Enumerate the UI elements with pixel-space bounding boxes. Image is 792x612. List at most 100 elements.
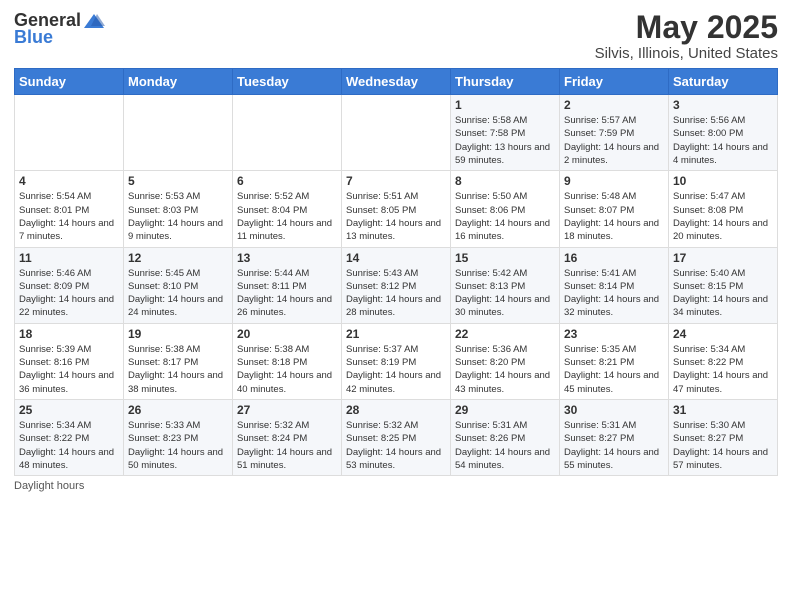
calendar-cell-1-6: 10Sunrise: 5:47 AMSunset: 8:08 PMDayligh…: [669, 171, 778, 247]
day-number: 30: [564, 403, 664, 417]
page-title: May 2025: [595, 10, 778, 45]
calendar-cell-1-1: 5 Sunrise: 5:53 AMSunset: 8:03 PMDaylight…: [124, 171, 233, 247]
calendar-cell-3-4: 22Sunrise: 5:36 AMSunset: 8:20 PMDayligh…: [451, 323, 560, 399]
calendar-cell-4-0: 25Sunrise: 5:34 AMSunset: 8:22 PMDayligh…: [15, 399, 124, 475]
calendar-cell-2-4: 15 Sunrise: 5:42 AMSunset: 8:13 PMDayligh…: [451, 247, 560, 323]
day-info: Sunrise: 5:48 AMSunset: 8:07 PMDaylight:…: [564, 190, 664, 243]
day-info: Sunrise: 5:32 AMSunset: 8:25 PMDaylight:…: [346, 419, 446, 472]
calendar-cell-3-2: 20 Sunrise: 5:38 AMSunset: 8:18 PMDayligh…: [233, 323, 342, 399]
calendar-week-3: 11 Sunrise: 5:46 AMSunset: 8:09 PMDayligh…: [15, 247, 778, 323]
calendar-cell-3-3: 21 Sunrise: 5:37 AMSunset: 8:19 PMDayligh…: [342, 323, 451, 399]
day-info: Sunrise: 5:46 AMSunset: 8:09 PMDaylight:…: [19, 267, 119, 320]
day-info: Sunrise: 5:54 AMSunset: 8:01 PMDaylight:…: [19, 190, 119, 243]
calendar-cell-2-3: 14 Sunrise: 5:43 AMSunset: 8:12 PMDayligh…: [342, 247, 451, 323]
calendar-cell-0-5: 2Sunrise: 5:57 AMSunset: 7:59 PMDaylight…: [560, 95, 669, 171]
header: General Blue May 2025 Silvis, Illinois, …: [14, 10, 778, 62]
day-number: 21: [346, 327, 446, 341]
calendar-cell-1-0: 4 Sunrise: 5:54 AMSunset: 8:01 PMDaylight…: [15, 171, 124, 247]
day-number: 3: [673, 98, 773, 112]
day-number: 11: [19, 251, 119, 265]
day-number: 5: [128, 174, 228, 188]
day-info: Sunrise: 5:56 AMSunset: 8:00 PMDaylight:…: [673, 114, 773, 167]
calendar-cell-2-0: 11 Sunrise: 5:46 AMSunset: 8:09 PMDayligh…: [15, 247, 124, 323]
day-number: 4: [19, 174, 119, 188]
calendar-cell-0-0: [15, 95, 124, 171]
day-info: Sunrise: 5:31 AMSunset: 8:27 PMDaylight:…: [564, 419, 664, 472]
calendar-cell-2-2: 13 Sunrise: 5:44 AMSunset: 8:11 PMDayligh…: [233, 247, 342, 323]
logo-icon: [83, 12, 105, 30]
day-number: 8: [455, 174, 555, 188]
title-block: May 2025 Silvis, Illinois, United States: [595, 10, 778, 62]
day-number: 15: [455, 251, 555, 265]
day-info: Sunrise: 5:45 AMSunset: 8:10 PMDaylight:…: [128, 267, 228, 320]
calendar-cell-0-2: [233, 95, 342, 171]
page: General Blue May 2025 Silvis, Illinois, …: [0, 0, 792, 612]
calendar-cell-3-1: 19 Sunrise: 5:38 AMSunset: 8:17 PMDayligh…: [124, 323, 233, 399]
calendar-cell-2-6: 17Sunrise: 5:40 AMSunset: 8:15 PMDayligh…: [669, 247, 778, 323]
day-info: Sunrise: 5:44 AMSunset: 8:11 PMDaylight:…: [237, 267, 337, 320]
day-info: Sunrise: 5:35 AMSunset: 8:21 PMDaylight:…: [564, 343, 664, 396]
calendar-header-saturday: Saturday: [669, 69, 778, 95]
calendar-cell-2-5: 16 Sunrise: 5:41 AMSunset: 8:14 PMDayligh…: [560, 247, 669, 323]
day-number: 10: [673, 174, 773, 188]
day-info: Sunrise: 5:58 AMSunset: 7:58 PMDaylight:…: [455, 114, 555, 167]
day-number: 7: [346, 174, 446, 188]
calendar-cell-4-2: 27 Sunrise: 5:32 AMSunset: 8:24 PMDayligh…: [233, 399, 342, 475]
calendar-cell-0-1: [124, 95, 233, 171]
day-info: Sunrise: 5:50 AMSunset: 8:06 PMDaylight:…: [455, 190, 555, 243]
day-number: 12: [128, 251, 228, 265]
day-number: 24: [673, 327, 773, 341]
calendar-week-1: 1 Sunrise: 5:58 AMSunset: 7:58 PMDaylight…: [15, 95, 778, 171]
day-info: Sunrise: 5:52 AMSunset: 8:04 PMDaylight:…: [237, 190, 337, 243]
page-subtitle: Silvis, Illinois, United States: [595, 45, 778, 62]
day-info: Sunrise: 5:51 AMSunset: 8:05 PMDaylight:…: [346, 190, 446, 243]
day-number: 20: [237, 327, 337, 341]
calendar-cell-4-1: 26Sunrise: 5:33 AMSunset: 8:23 PMDayligh…: [124, 399, 233, 475]
calendar-cell-1-2: 6Sunrise: 5:52 AMSunset: 8:04 PMDaylight…: [233, 171, 342, 247]
day-number: 18: [19, 327, 119, 341]
day-number: 29: [455, 403, 555, 417]
day-info: Sunrise: 5:38 AMSunset: 8:18 PMDaylight:…: [237, 343, 337, 396]
day-info: Sunrise: 5:37 AMSunset: 8:19 PMDaylight:…: [346, 343, 446, 396]
day-info: Sunrise: 5:39 AMSunset: 8:16 PMDaylight:…: [19, 343, 119, 396]
calendar-cell-3-0: 18 Sunrise: 5:39 AMSunset: 8:16 PMDayligh…: [15, 323, 124, 399]
calendar-cell-1-4: 8 Sunrise: 5:50 AMSunset: 8:06 PMDaylight…: [451, 171, 560, 247]
calendar-cell-1-3: 7 Sunrise: 5:51 AMSunset: 8:05 PMDaylight…: [342, 171, 451, 247]
day-info: Sunrise: 5:34 AMSunset: 8:22 PMDaylight:…: [673, 343, 773, 396]
day-number: 19: [128, 327, 228, 341]
calendar-cell-0-6: 3 Sunrise: 5:56 AMSunset: 8:00 PMDaylight…: [669, 95, 778, 171]
day-info: Sunrise: 5:41 AMSunset: 8:14 PMDaylight:…: [564, 267, 664, 320]
calendar-header-row: SundayMondayTuesdayWednesdayThursdayFrid…: [15, 69, 778, 95]
day-number: 27: [237, 403, 337, 417]
calendar-week-2: 4 Sunrise: 5:54 AMSunset: 8:01 PMDaylight…: [15, 171, 778, 247]
day-number: 16: [564, 251, 664, 265]
logo: General Blue: [14, 10, 105, 48]
calendar-header-wednesday: Wednesday: [342, 69, 451, 95]
day-number: 22: [455, 327, 555, 341]
calendar-cell-0-4: 1 Sunrise: 5:58 AMSunset: 7:58 PMDaylight…: [451, 95, 560, 171]
calendar-header-tuesday: Tuesday: [233, 69, 342, 95]
day-info: Sunrise: 5:57 AMSunset: 7:59 PMDaylight:…: [564, 114, 664, 167]
day-number: 9: [564, 174, 664, 188]
calendar-cell-4-4: 29 Sunrise: 5:31 AMSunset: 8:26 PMDayligh…: [451, 399, 560, 475]
day-number: 17: [673, 251, 773, 265]
day-number: 31: [673, 403, 773, 417]
day-info: Sunrise: 5:53 AMSunset: 8:03 PMDaylight:…: [128, 190, 228, 243]
day-info: Sunrise: 5:42 AMSunset: 8:13 PMDaylight:…: [455, 267, 555, 320]
day-info: Sunrise: 5:32 AMSunset: 8:24 PMDaylight:…: [237, 419, 337, 472]
day-info: Sunrise: 5:30 AMSunset: 8:27 PMDaylight:…: [673, 419, 773, 472]
day-number: 1: [455, 98, 555, 112]
calendar-cell-1-5: 9 Sunrise: 5:48 AMSunset: 8:07 PMDaylight…: [560, 171, 669, 247]
calendar-header-friday: Friday: [560, 69, 669, 95]
day-number: 14: [346, 251, 446, 265]
day-info: Sunrise: 5:38 AMSunset: 8:17 PMDaylight:…: [128, 343, 228, 396]
calendar-week-4: 18 Sunrise: 5:39 AMSunset: 8:16 PMDayligh…: [15, 323, 778, 399]
calendar-cell-0-3: [342, 95, 451, 171]
calendar-header-monday: Monday: [124, 69, 233, 95]
day-info: Sunrise: 5:43 AMSunset: 8:12 PMDaylight:…: [346, 267, 446, 320]
day-info: Sunrise: 5:31 AMSunset: 8:26 PMDaylight:…: [455, 419, 555, 472]
day-number: 26: [128, 403, 228, 417]
day-number: 13: [237, 251, 337, 265]
calendar-cell-3-6: 24 Sunrise: 5:34 AMSunset: 8:22 PMDayligh…: [669, 323, 778, 399]
calendar-header-thursday: Thursday: [451, 69, 560, 95]
